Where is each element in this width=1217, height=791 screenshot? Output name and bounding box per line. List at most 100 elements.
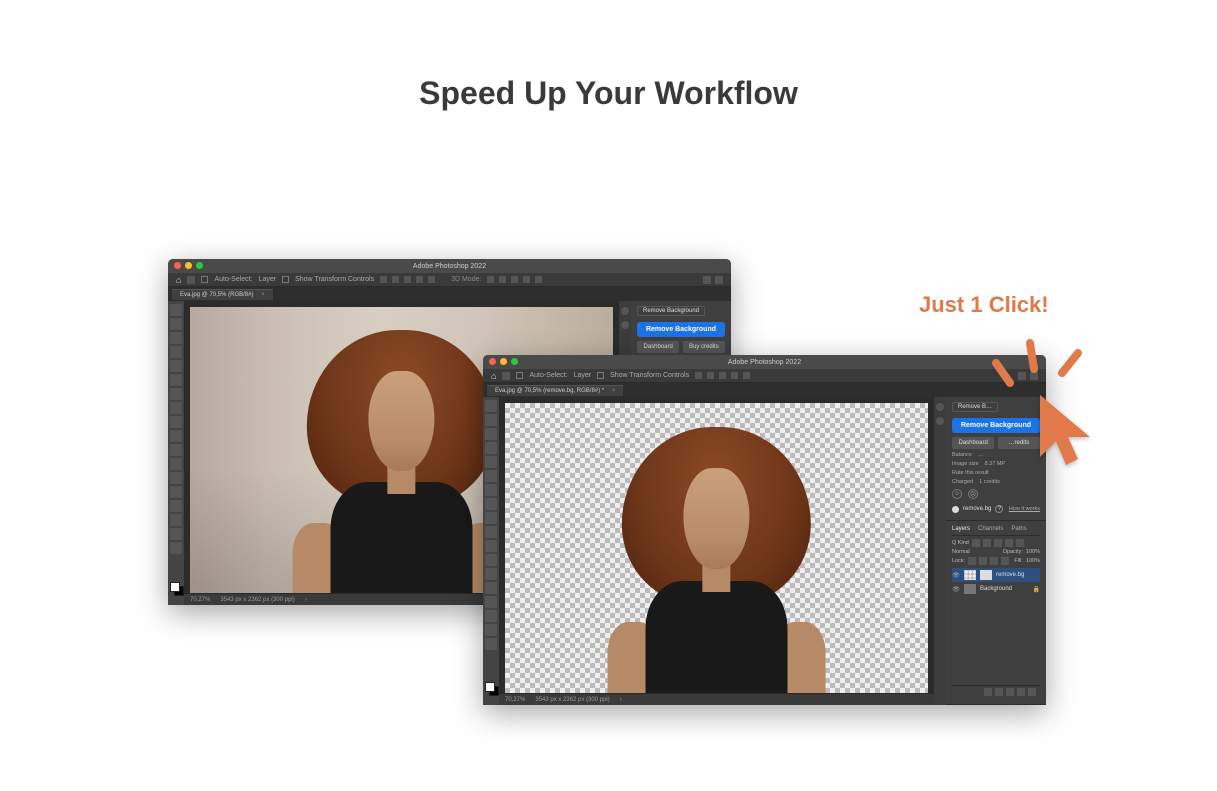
panel-icon[interactable] — [621, 307, 629, 315]
tool-icon[interactable] — [485, 428, 497, 440]
mode-label[interactable]: 3D Mode: — [451, 276, 481, 283]
visibility-icon[interactable]: 👁 — [952, 572, 960, 579]
mask-icon[interactable] — [995, 688, 1003, 696]
window-close-button[interactable] — [174, 262, 181, 269]
tool-icon[interactable] — [170, 304, 182, 316]
tool-icon[interactable] — [485, 610, 497, 622]
options-bar[interactable]: ⌂ Auto-Select: Layer Show Transform Cont… — [168, 273, 731, 287]
panel-icon[interactable] — [936, 417, 944, 425]
align-icon[interactable] — [416, 276, 423, 283]
mask-thumbnail[interactable] — [980, 570, 992, 580]
lock-icon[interactable] — [979, 557, 987, 565]
status-zoom[interactable]: 70,27% — [505, 697, 525, 703]
foreground-color-swatch[interactable] — [485, 682, 495, 692]
document-tabstrip[interactable]: Eva.jpg @ 70,5% (RGB/8#) × — [168, 287, 731, 301]
foreground-color-swatch[interactable] — [170, 582, 180, 592]
move-tool-icon[interactable] — [502, 372, 510, 380]
show-transform-checkbox[interactable] — [597, 372, 604, 379]
panel-icon[interactable] — [936, 403, 944, 411]
ellipsis-icon[interactable] — [428, 276, 435, 283]
dashboard-button[interactable]: Dashboard — [952, 437, 994, 449]
collapsed-panels[interactable] — [934, 397, 946, 705]
tab-layers[interactable]: Layers — [952, 526, 970, 532]
tool-icon[interactable] — [485, 596, 497, 608]
filter-icon[interactable] — [994, 539, 1002, 547]
lock-icon[interactable] — [1001, 557, 1009, 565]
tool-icon[interactable] — [170, 416, 182, 428]
layer-name[interactable]: remove.bg — [996, 572, 1024, 578]
new-layer-icon[interactable] — [1017, 688, 1025, 696]
home-icon[interactable]: ⌂ — [176, 275, 181, 285]
lock-icon[interactable] — [968, 557, 976, 565]
kind-filter[interactable]: Q Kind — [952, 540, 969, 546]
titlebar[interactable]: Adobe Photoshop 2022 — [483, 355, 1046, 369]
remove-background-button[interactable]: Remove Background — [952, 418, 1040, 433]
layer-name[interactable]: Background — [980, 586, 1012, 592]
document-tab[interactable]: Eva.jpg @ 70,5% (RGB/8#) × — [172, 289, 273, 300]
thumbs-up-icon[interactable]: ☺ — [952, 489, 962, 499]
home-icon[interactable]: ⌂ — [491, 371, 496, 381]
tool-icon[interactable] — [485, 484, 497, 496]
opacity-value[interactable]: 100% — [1026, 549, 1040, 555]
tool-icon[interactable] — [485, 442, 497, 454]
panel-tab[interactable]: Remove Background — [637, 306, 705, 316]
mode-icon[interactable] — [499, 276, 506, 283]
tool-icon[interactable] — [170, 402, 182, 414]
lock-icon[interactable]: 🔒 — [1033, 586, 1040, 593]
buy-credits-button[interactable]: Buy credits — [683, 341, 725, 353]
tool-icon[interactable] — [485, 456, 497, 468]
tool-icon[interactable] — [485, 638, 497, 650]
visibility-icon[interactable]: 👁 — [952, 586, 960, 593]
auto-select-mode[interactable]: Layer — [574, 372, 592, 379]
filter-icon[interactable] — [972, 539, 980, 547]
remove-background-button[interactable]: Remove Background — [637, 322, 725, 337]
tab-channels[interactable]: Channels — [978, 526, 1003, 532]
align-icon[interactable] — [392, 276, 399, 283]
filter-icon[interactable] — [1016, 539, 1024, 547]
tool-icon[interactable] — [170, 458, 182, 470]
window-close-button[interactable] — [489, 358, 496, 365]
toolbar[interactable] — [168, 301, 184, 605]
status-zoom[interactable]: 70,27% — [190, 597, 210, 603]
mode-icon[interactable] — [535, 276, 542, 283]
auto-select-checkbox[interactable] — [516, 372, 523, 379]
layer-thumbnail[interactable] — [964, 570, 976, 580]
window-maximize-button[interactable] — [196, 262, 203, 269]
auto-select-checkbox[interactable] — [201, 276, 208, 283]
lock-icon[interactable] — [990, 557, 998, 565]
tool-icon[interactable] — [485, 470, 497, 482]
workspace-icon[interactable] — [703, 276, 711, 284]
window-minimize-button[interactable] — [500, 358, 507, 365]
tool-icon[interactable] — [170, 318, 182, 330]
canvas[interactable]: 70,27% 3543 px x 2362 px (300 ppi) › — [499, 397, 934, 705]
tool-icon[interactable] — [485, 400, 497, 412]
move-tool-icon[interactable] — [187, 276, 195, 284]
ellipsis-icon[interactable] — [743, 372, 750, 379]
tool-icon[interactable] — [170, 486, 182, 498]
panel-icon[interactable] — [621, 321, 629, 329]
tool-icon[interactable] — [485, 414, 497, 426]
layer-row[interactable]: 👁 Background 🔒 — [952, 582, 1040, 596]
window-minimize-button[interactable] — [185, 262, 192, 269]
help-icon[interactable]: ? — [995, 505, 1003, 513]
tool-icon[interactable] — [170, 374, 182, 386]
tool-icon[interactable] — [485, 624, 497, 636]
options-bar[interactable]: ⌂ Auto-Select: Layer Show Transform Cont… — [483, 369, 1046, 383]
tool-icon[interactable] — [485, 498, 497, 510]
close-tab-icon[interactable]: × — [261, 292, 265, 298]
tool-icon[interactable] — [170, 500, 182, 512]
layer-thumbnail[interactable] — [964, 584, 976, 594]
align-icon[interactable] — [731, 372, 738, 379]
window-maximize-button[interactable] — [511, 358, 518, 365]
tool-icon[interactable] — [170, 472, 182, 484]
auto-select-mode[interactable]: Layer — [259, 276, 277, 283]
color-swatches[interactable] — [485, 682, 497, 702]
titlebar[interactable]: Adobe Photoshop 2022 — [168, 259, 731, 273]
toolbar[interactable] — [483, 397, 499, 705]
mode-icon[interactable] — [511, 276, 518, 283]
tool-icon[interactable] — [170, 528, 182, 540]
tool-icon[interactable] — [485, 512, 497, 524]
chevron-right-icon[interactable]: › — [305, 597, 307, 603]
tool-icon[interactable] — [485, 554, 497, 566]
workspace-icon[interactable] — [1018, 372, 1026, 380]
